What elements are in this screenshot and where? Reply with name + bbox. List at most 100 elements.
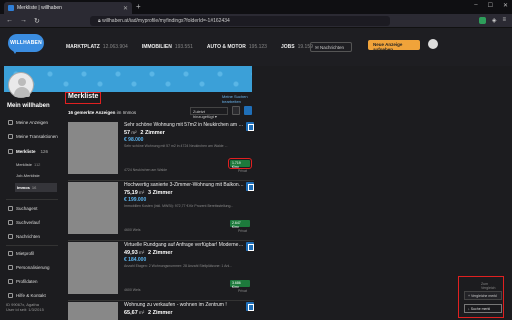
maximize-icon[interactable]: ☐ (488, 2, 493, 9)
sidebar-item-suchverlauf[interactable]: Suchverlauf (6, 217, 58, 227)
trash-icon[interactable] (246, 122, 254, 131)
category-nav: MARKTPLATZ 12.063.904 IMMOBILIEN 193.551 A… (66, 44, 313, 50)
list-item[interactable]: Sehr schöne Wohnung mit 57m2 in Neukirch… (68, 122, 254, 182)
address-bar[interactable]: 🔒︎ willhaben.at/iad/myprofile/myfindings… (90, 16, 390, 26)
grid-view-button[interactable] (232, 106, 240, 115)
listing-photo[interactable] (68, 182, 118, 234)
sidebar-sub-job-merkliste[interactable]: Job-Merkliste (16, 173, 40, 178)
avatar-head (18, 78, 26, 86)
close-icon[interactable]: ✕ (123, 5, 128, 12)
listing-price: € 199.000 (124, 197, 147, 203)
main-content: Merkliste Meine Suchen bearbeiten 16 gem… (62, 92, 258, 320)
avatar-body (14, 87, 30, 97)
listing-desc: Anzahl Etagen: 2 Wohnungsnummer: 28 Anza… (124, 264, 233, 268)
sidebar-sub-immos[interactable]: Immos 16 (15, 183, 57, 192)
trash-icon[interactable] (246, 242, 254, 251)
post-ad-button[interactable]: Neue Anzeige aufgeben (368, 40, 420, 52)
listing-price: € 98.000 (124, 137, 144, 143)
sidebar-item-meine-anzeigen[interactable]: Meine Anzeigen (6, 117, 58, 127)
result-count: 16 gemerkte Anzeigen im Immos (68, 110, 137, 115)
listing-photo[interactable] (68, 122, 118, 174)
nav-immobilien[interactable]: IMMOBILIEN 193.551 (142, 44, 193, 50)
sidebar-sub-merkliste[interactable]: Merkliste 112 (16, 162, 40, 167)
nav-auto-motor[interactable]: AUTO & MOTOR 195.123 (207, 44, 267, 50)
price-per-sqm-badge: 2.647 €/m² (230, 220, 250, 229)
bell-icon (8, 205, 13, 211)
listing-title[interactable]: Hochwertig sanierte 3-Zimmer-Wohnung mit… (124, 182, 244, 188)
back-icon[interactable]: ← (6, 17, 13, 24)
sort-dropdown[interactable]: Zuletzt hinzugefügt ▾ (190, 107, 228, 119)
seller-type: Privat (238, 169, 247, 173)
plus-icon[interactable]: + (136, 2, 141, 11)
user-icon[interactable] (428, 39, 438, 49)
willhaben-favicon (8, 5, 14, 11)
menu-icon[interactable]: ≡ (502, 17, 506, 24)
minimize-icon[interactable]: – (474, 2, 477, 9)
save-search-button[interactable]: ↓ Suche merkl (464, 304, 502, 313)
ads-icon (8, 119, 13, 125)
compare-panel-title: Zum Vergleich (481, 282, 496, 290)
listing-photo[interactable] (68, 242, 118, 294)
nav-marktplatz[interactable]: MARKTPLATZ 12.063.904 (66, 44, 128, 50)
sidebar-divider (6, 199, 58, 200)
user-data-icon (8, 278, 13, 284)
profile-card-icon (8, 250, 13, 256)
listing-divider (68, 240, 254, 241)
price-per-sqm-badge: 3.686 €/m² (230, 280, 250, 289)
sidebar-item-personalisierung[interactable]: Personalisierung (6, 262, 58, 272)
site-header: WILLHABEN MARKTPLATZ 12.063.904 IMMOBILIE… (0, 28, 512, 66)
list-item[interactable]: Hochwertig sanierte 3-Zimmer-Wohnung mit… (68, 182, 254, 242)
sidebar: Meine Anzeigen Meine Transaktionen Merkl… (0, 113, 60, 320)
sidebar-item-merkliste[interactable]: Merkliste 126 (6, 146, 58, 156)
chevron-down-icon: ▾ (214, 114, 217, 119)
saved-searches-link[interactable]: Meine Suchen bearbeiten (222, 94, 258, 104)
window-controls: – ☐ ✕ (474, 2, 508, 9)
profile-name: Mein willhaben (7, 103, 50, 109)
sidebar-item-transaktionen[interactable]: Meine Transaktionen (6, 131, 58, 141)
compare-panel: Zum Vergleich + Vergleiche merkl ↓ Suche… (458, 276, 504, 318)
avatar[interactable] (8, 72, 34, 98)
browser-tab[interactable]: Merkliste | willhaben ✕ (4, 2, 132, 14)
forward-icon[interactable]: → (20, 17, 27, 24)
sidebar-item-nachrichten[interactable]: Nachrichten (6, 231, 58, 241)
listing-title[interactable]: Sehr schöne Wohnung mit 57m2 in Neukirch… (124, 122, 244, 128)
list-item[interactable]: Wohnung zu verkaufen - wohnen im Zentrum… (68, 302, 254, 320)
trash-icon[interactable] (246, 182, 254, 191)
browser-toolbar: ← → ↻ 🔒︎ willhaben.at/iad/myprofile/myfi… (0, 14, 512, 28)
heart-icon (8, 148, 13, 154)
edit-button[interactable] (244, 106, 252, 115)
sidebar-item-suchagent[interactable]: Suchagent (6, 203, 58, 213)
reload-icon[interactable]: ↻ (34, 17, 40, 25)
messages-button[interactable]: ✉ Nachrichten (310, 42, 352, 52)
listing-divider (68, 180, 254, 181)
sidebar-divider (6, 245, 58, 246)
browser-tabbar: Merkliste | willhaben ✕ + – ☐ ✕ (0, 0, 512, 14)
window-close-icon[interactable]: ✕ (503, 2, 508, 9)
nav-jobs[interactable]: JOBS 19.159 (281, 44, 313, 50)
transactions-icon (8, 133, 13, 139)
sidebar-item-hilfe[interactable]: Hilfe & Kontakt (6, 290, 58, 300)
listing-location: 4724 Neukirchen am Walde (124, 168, 168, 172)
help-icon (8, 292, 13, 298)
listing-meta: 49,93 m² 2 Zimmer (124, 250, 173, 256)
compare-button[interactable]: + Vergleiche merkl (464, 291, 502, 300)
listing-meta: 75,19 m² 3 Zimmer (124, 190, 173, 196)
list-item[interactable]: Virtuelle Rundgang auf Anfrage verfügbar… (68, 242, 254, 302)
logo-tail (12, 49, 18, 54)
listing-desc: Sehr schöne Wohnung mit 57 m2 in 4724 Ne… (124, 144, 228, 148)
extension-icon[interactable] (478, 17, 486, 24)
url-text: willhaben.at/iad/myprofile/myfindings?fo… (102, 18, 230, 24)
listing-price: € 184.000 (124, 257, 147, 263)
price-per-sqm-badge: 1.719 €/m² (228, 158, 252, 169)
listing-title[interactable]: Wohnung zu verkaufen - wohnen im Zentrum… (124, 302, 244, 308)
shield-icon[interactable]: ◈ (492, 17, 497, 24)
seller-type: Privat (238, 229, 247, 233)
listing-title[interactable]: Virtuelle Rundgang auf Anfrage verfügbar… (124, 242, 244, 248)
trash-icon[interactable] (246, 302, 254, 311)
listing-photo[interactable] (68, 302, 118, 320)
page-title: Merkliste (68, 93, 99, 100)
sidebar-item-mietprofil[interactable]: Mietprofil (6, 248, 58, 258)
history-icon (8, 219, 13, 225)
listing-location: 4600 Wels (124, 288, 141, 292)
sidebar-item-profildaten[interactable]: Profildaten (6, 276, 58, 286)
